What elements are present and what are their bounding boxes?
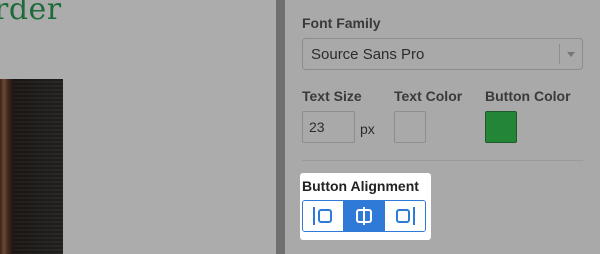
section-divider (302, 160, 583, 161)
button-alignment-label: Button Alignment (302, 178, 419, 194)
text-size-unit: px (360, 121, 375, 137)
button-alignment-section: Button Alignment (300, 173, 431, 240)
align-center-icon (356, 207, 372, 225)
chevron-down-icon[interactable] (567, 52, 575, 57)
text-size-label: Text Size (302, 88, 362, 104)
align-left-button[interactable] (303, 201, 343, 231)
panel-divider[interactable] (276, 0, 285, 254)
text-size-input[interactable]: 23 (302, 111, 355, 143)
select-separator (559, 44, 560, 64)
font-family-select[interactable]: Source Sans Pro (302, 38, 583, 70)
text-color-swatch[interactable] (394, 111, 426, 143)
align-center-button[interactable] (343, 201, 384, 231)
button-color-label: Button Color (485, 88, 571, 104)
font-family-label: Font Family (302, 15, 381, 31)
preview-image (0, 79, 63, 254)
button-color-swatch[interactable] (485, 111, 517, 143)
font-family-value: Source Sans Pro (311, 46, 425, 63)
align-right-icon (396, 207, 415, 225)
text-color-label: Text Color (394, 88, 463, 104)
align-left-icon (313, 207, 332, 225)
text-size-value: 23 (309, 119, 325, 135)
preview-area: rder (0, 0, 276, 254)
align-right-button[interactable] (384, 201, 425, 231)
alignment-button-group (302, 200, 426, 232)
preview-heading: rder (0, 0, 62, 27)
